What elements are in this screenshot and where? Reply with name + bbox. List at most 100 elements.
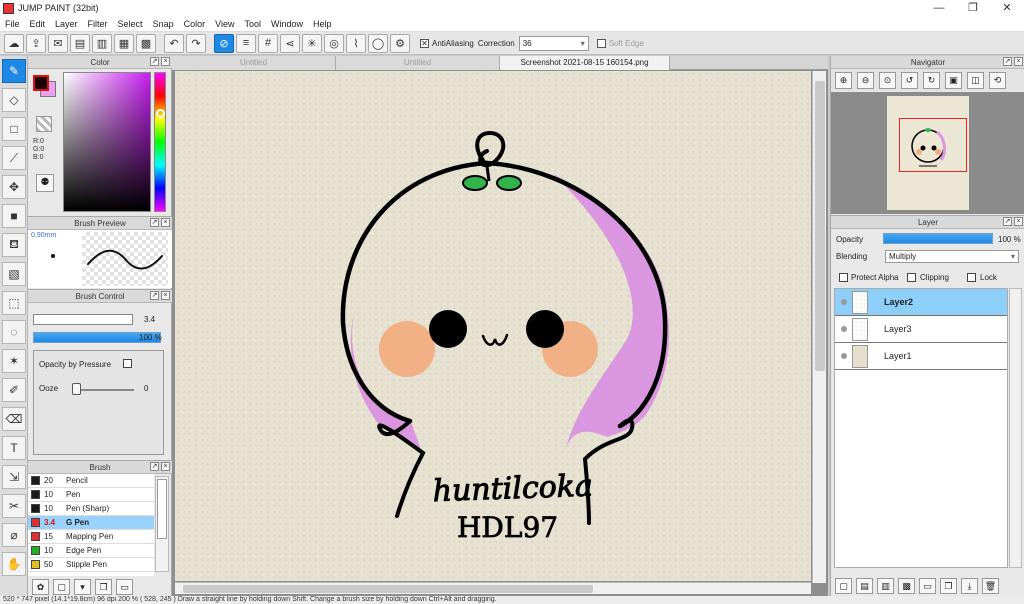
layer-list-scrollbar[interactable]: [1009, 288, 1022, 568]
brush-item-edge-pen[interactable]: 10 Edge Pen: [28, 544, 154, 558]
canvas-vertical-scrollbar[interactable]: [812, 71, 826, 583]
text-tool-icon[interactable]: T: [2, 436, 26, 460]
bucket-tool-icon[interactable]: ⛾: [2, 233, 26, 257]
brush-list-scrollbar[interactable]: [155, 476, 169, 572]
menu-view[interactable]: View: [210, 19, 239, 29]
gradient-tool-icon[interactable]: ▧: [2, 262, 26, 286]
navigator-view[interactable]: [831, 92, 1024, 214]
copy-brush-icon[interactable]: ❐: [95, 579, 112, 595]
undo-icon[interactable]: ↶: [164, 33, 184, 53]
ooze-slider-thumb[interactable]: [72, 383, 81, 395]
color-picker-icon[interactable]: ⚉: [36, 174, 54, 192]
minimize-button[interactable]: —: [922, 0, 956, 16]
line-tool-icon[interactable]: ⟋: [2, 146, 26, 170]
magic-wand-tool-icon[interactable]: ✶: [2, 349, 26, 373]
hue-marker[interactable]: [156, 109, 165, 118]
layer-row-layer2[interactable]: Layer2: [835, 289, 1007, 316]
brush-item-g-pen[interactable]: 3.4 G Pen: [28, 516, 154, 530]
select-rect-tool-icon[interactable]: ⬚: [2, 291, 26, 315]
rotate-right-icon[interactable]: ↻: [923, 71, 940, 89]
panel-close-icon[interactable]: ×: [161, 218, 170, 227]
navigator-viewport-rect[interactable]: [899, 118, 967, 172]
scrollbar-thumb[interactable]: [815, 81, 825, 371]
blending-select[interactable]: Multiply: [885, 250, 1019, 263]
grid-layout-icon[interactable]: ▩: [136, 33, 156, 53]
menu-edit[interactable]: Edit: [25, 19, 51, 29]
visibility-icon[interactable]: [841, 353, 847, 359]
panel-close-icon[interactable]: ×: [1014, 57, 1023, 66]
select-pen-tool-icon[interactable]: ✐: [2, 378, 26, 402]
saturation-value-picker[interactable]: [63, 72, 151, 212]
snap-parallel-icon[interactable]: ≡: [236, 33, 256, 53]
new-brush-icon[interactable]: ▢: [53, 579, 70, 595]
visibility-icon[interactable]: [841, 326, 847, 332]
brush-item-mapping-pen[interactable]: 15 Mapping Pen: [28, 530, 154, 544]
snap-concentric-icon[interactable]: ◎: [324, 33, 344, 53]
new-layer-icon[interactable]: ▢: [835, 578, 852, 594]
ooze-track[interactable]: [74, 389, 134, 391]
panel-close-icon[interactable]: ×: [161, 291, 170, 300]
layer-row-layer1[interactable]: Layer1: [835, 343, 1007, 370]
panel-close-icon[interactable]: ×: [1014, 217, 1023, 226]
visibility-icon[interactable]: [841, 299, 847, 305]
opacity-by-pressure-checkbox[interactable]: [123, 359, 132, 368]
scrollbar-thumb[interactable]: [183, 585, 593, 593]
new-1bit-layer-icon[interactable]: ▥: [877, 578, 894, 594]
undock-icon[interactable]: ↗: [150, 462, 159, 471]
new-halftone-layer-icon[interactable]: ▩: [898, 578, 915, 594]
layer-opacity-slider[interactable]: [883, 233, 993, 244]
panel-close-icon[interactable]: ×: [161, 462, 170, 471]
undock-icon[interactable]: ↗: [150, 291, 159, 300]
cloud-icon[interactable]: ☁: [4, 33, 24, 53]
reset-view-icon[interactable]: ⟲: [989, 71, 1006, 89]
undock-icon[interactable]: ↗: [150, 57, 159, 66]
menu-color[interactable]: Color: [179, 19, 211, 29]
scrollbar-thumb[interactable]: [157, 479, 167, 539]
brush-size-slider[interactable]: [33, 314, 133, 325]
brush-settings-icon[interactable]: ✿: [32, 579, 49, 595]
new-8bit-layer-icon[interactable]: ▤: [856, 578, 873, 594]
lock-checkbox[interactable]: [967, 273, 976, 282]
undock-icon[interactable]: ↗: [1003, 217, 1012, 226]
protect-alpha-checkbox[interactable]: [839, 273, 848, 282]
tab-untitled-2[interactable]: Untitled: [336, 56, 500, 70]
chat-icon[interactable]: ▤: [70, 33, 90, 53]
brush-item-pen-sharp[interactable]: 10 Pen (Sharp): [28, 502, 154, 516]
brush-tool-icon[interactable]: ✎: [2, 59, 26, 83]
brush-item-stipple-pen[interactable]: 50 Stipple Pen: [28, 558, 154, 572]
menu-file[interactable]: File: [0, 19, 25, 29]
tab-screenshot[interactable]: Screenshot 2021-08-15 160154.png: [500, 56, 670, 70]
eyedropper-tool-icon[interactable]: ⌀: [2, 523, 26, 547]
brush-item-pen[interactable]: 10 Pen: [28, 488, 154, 502]
undock-icon[interactable]: ↗: [1003, 57, 1012, 66]
foreground-color-swatch[interactable]: [33, 75, 49, 91]
menu-tool[interactable]: Tool: [239, 19, 266, 29]
flip-horizontal-icon[interactable]: ◫: [967, 71, 984, 89]
page-layout-icon[interactable]: ▦: [114, 33, 134, 53]
fill-shape-tool-icon[interactable]: ■: [2, 204, 26, 228]
share-icon[interactable]: ⇪: [26, 33, 46, 53]
duplicate-layer-icon[interactable]: ❐: [940, 578, 957, 594]
zoom-out-icon[interactable]: ⊖: [857, 71, 874, 89]
snap-perspective-icon[interactable]: ⋖: [280, 33, 300, 53]
undock-icon[interactable]: ↗: [150, 218, 159, 227]
operation-tool-icon[interactable]: ⇲: [2, 465, 26, 489]
canvas-horizontal-scrollbar[interactable]: [175, 582, 811, 594]
menu-help[interactable]: Help: [308, 19, 337, 29]
hue-slider[interactable]: [154, 72, 166, 212]
delete-layer-icon[interactable]: 🗑: [982, 578, 999, 594]
menu-select[interactable]: Select: [113, 19, 148, 29]
snap-curve-icon[interactable]: ⌇: [346, 33, 366, 53]
merge-layer-icon[interactable]: ⤓: [961, 578, 978, 594]
rotate-left-icon[interactable]: ↺: [901, 71, 918, 89]
layer-row-layer3[interactable]: Layer3: [835, 316, 1007, 343]
layer-folder-icon[interactable]: ▭: [919, 578, 936, 594]
snap-grid-icon[interactable]: #: [258, 33, 278, 53]
snap-radial-icon[interactable]: ✳: [302, 33, 322, 53]
correction-select[interactable]: 36: [518, 35, 589, 51]
lasso-tool-icon[interactable]: ◌: [2, 320, 26, 344]
clipping-checkbox[interactable]: [907, 273, 916, 282]
restore-button[interactable]: ❐: [956, 0, 990, 16]
eraser-tool-icon[interactable]: ◇: [2, 88, 26, 112]
brush-item-pencil[interactable]: 20 Pencil: [28, 474, 154, 488]
